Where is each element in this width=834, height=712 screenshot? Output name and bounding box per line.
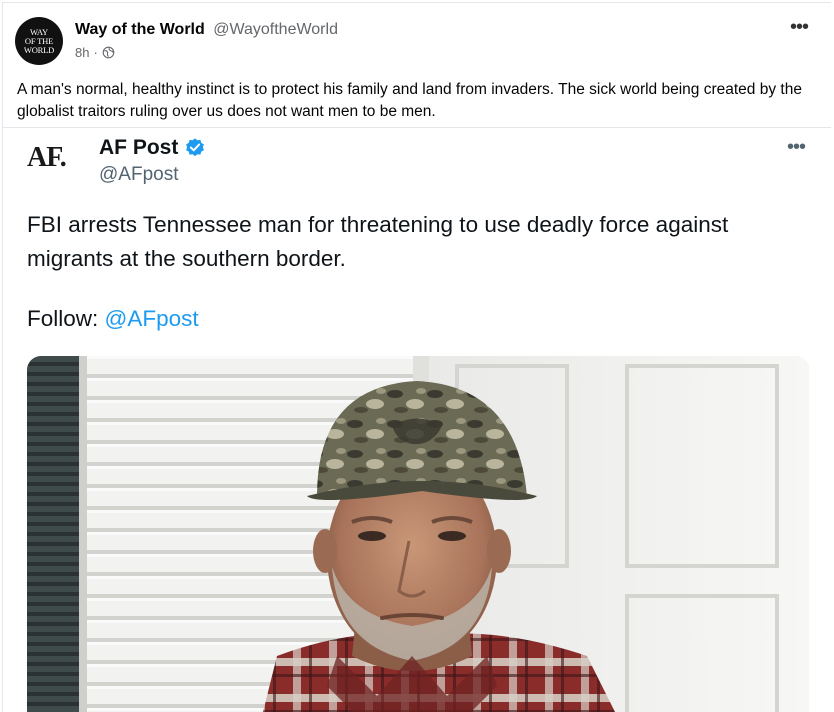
author-name[interactable]: Way of the World (75, 21, 205, 38)
post-more-options-button[interactable]: ••• (785, 17, 813, 41)
author-handle[interactable]: @WayoftheWorld (213, 21, 338, 38)
embedded-post-image[interactable]: AF. AF Post @AFpost ••• FBI arrests Tenn… (3, 127, 831, 712)
embed-tweet-text: FBI arrests Tennessee man for threatenin… (27, 212, 729, 271)
embed-author-name: AF Post (99, 136, 179, 159)
embed-author-line: AF Post (99, 136, 206, 160)
globe-icon (102, 46, 115, 59)
embed-author-handle: @AFpost (99, 164, 179, 185)
verified-badge-icon (186, 138, 205, 157)
avatar[interactable]: WAY OF THE WORLD (15, 17, 63, 65)
follow-prefix: Follow: (27, 306, 105, 331)
post-header: WAY OF THE WORLD Way of the World @Wayof… (15, 17, 819, 67)
follow-link: @AFpost (104, 306, 199, 331)
embed-follow-line: Follow: @AFpost (27, 306, 199, 332)
post-time[interactable]: 8h (75, 45, 89, 60)
photo-of-man-in-camo-cap (27, 356, 809, 712)
embed-photo (27, 356, 809, 712)
post-text: A man's normal, healthy instinct is to p… (17, 81, 802, 120)
author-line: Way of the World @WayoftheWorld (75, 21, 338, 39)
post-meta: 8h · (75, 45, 115, 60)
feed-post: WAY OF THE WORLD Way of the World @Wayof… (2, 2, 831, 712)
meta-separator: · (93, 45, 98, 60)
embed-more-icon: ••• (786, 136, 806, 158)
af-post-logo: AF. (27, 142, 67, 173)
avatar-text-line-3: WORLD (23, 44, 55, 55)
